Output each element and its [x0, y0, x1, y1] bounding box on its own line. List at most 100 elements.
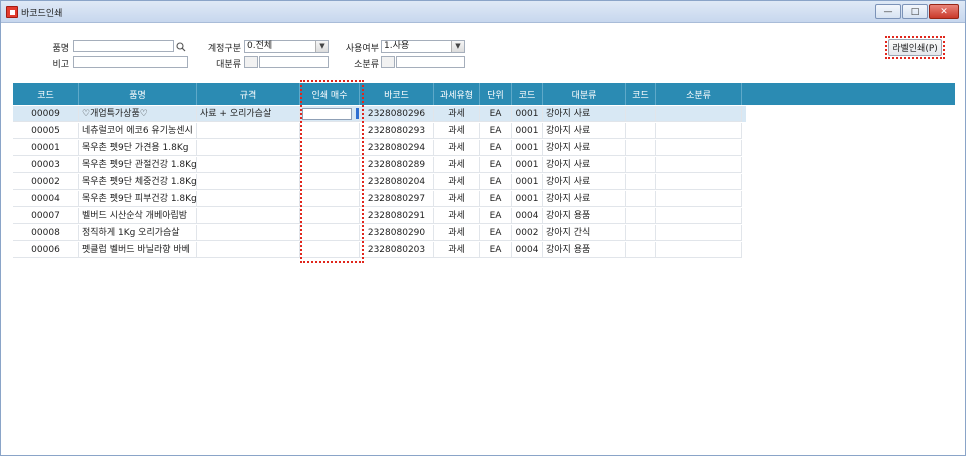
search-icon[interactable]: [174, 40, 187, 53]
table-row[interactable]: 00002 목우촌 펫9단 체중건강 1.8Kg 2328080204 과세 EA 000…: [13, 174, 746, 190]
table-cell: 과세: [434, 225, 480, 241]
table-cell: 강아지 사료: [543, 174, 626, 190]
print-qty-cell[interactable]: [300, 225, 360, 241]
item-name-input[interactable]: [73, 40, 174, 52]
print-qty-cell[interactable]: [300, 174, 360, 190]
table-cell: 강아지 사료: [543, 106, 626, 122]
table-cell: [656, 242, 742, 258]
table-cell: [197, 242, 300, 258]
table-cell: [656, 174, 742, 190]
table-row[interactable]: 00006 펫클럽 벨버드 바닐라향 바베 2328080203 과세 EA 0004 강아…: [13, 242, 746, 258]
table-cell: EA: [480, 106, 512, 122]
column-header[interactable]: 대분류: [543, 83, 626, 105]
search-panel: 품명 비고 계정구분 0.전체 ▼ 대분류 사용여부 1.사용 ▼ 소분류: [1, 23, 965, 81]
column-header[interactable]: 품명: [79, 83, 197, 105]
print-qty-cell[interactable]: [300, 123, 360, 139]
note-label: 비고: [52, 60, 69, 70]
table-cell: [197, 174, 300, 190]
window-title: 바코드인쇄: [21, 9, 63, 19]
column-header[interactable]: 코드: [13, 83, 79, 105]
table-cell: 00006: [13, 242, 79, 258]
table-cell: [626, 123, 656, 139]
table-cell: 2328080204: [360, 174, 434, 190]
table-cell: 0004: [512, 208, 543, 224]
table-cell: EA: [480, 157, 512, 173]
category-code-input[interactable]: [244, 56, 258, 68]
print-label-button[interactable]: 라벨인쇄(P): [888, 39, 942, 56]
table-row[interactable]: 00005 네츄럴코어 에코6 유기농센시 2328080293 과세 EA 0001 강아…: [13, 123, 746, 139]
table-row[interactable]: 00004 목우촌 펫9단 피부건강 1.8Kg 2328080297 과세 EA 000…: [13, 191, 746, 207]
table-cell: 펫클럽 벨버드 바닐라향 바베: [79, 242, 197, 258]
table-cell: 2328080296: [360, 106, 434, 122]
category-input[interactable]: [259, 56, 329, 68]
text-cursor: [356, 108, 359, 119]
table-cell: 2328080293: [360, 123, 434, 139]
table-cell: 네츄럴코어 에코6 유기농센시: [79, 123, 197, 139]
window-controls: — □ ✕: [875, 4, 959, 19]
table-row[interactable]: 00009 ♡개업특가상품♡ 사료 + 오리가슴살 2328080296 과세 EA 000…: [13, 106, 746, 122]
column-header[interactable]: 코드: [626, 83, 656, 105]
column-header[interactable]: 단위: [480, 83, 512, 105]
table-cell: 2328080294: [360, 140, 434, 156]
note-input[interactable]: [73, 56, 188, 68]
table-cell: 0001: [512, 106, 543, 122]
print-qty-cell[interactable]: [300, 140, 360, 156]
print-qty-cell[interactable]: [300, 242, 360, 258]
table-cell: 강아지 사료: [543, 191, 626, 207]
table-cell: [626, 191, 656, 207]
table-cell: [626, 140, 656, 156]
table-cell: 과세: [434, 242, 480, 258]
chevron-down-icon: ▼: [315, 41, 328, 52]
table-cell: 2328080289: [360, 157, 434, 173]
maximize-icon: □: [910, 6, 920, 17]
table-cell: [626, 174, 656, 190]
column-header[interactable]: 소분류: [656, 83, 742, 105]
table-cell: 강아지 용품: [543, 208, 626, 224]
print-qty-input[interactable]: [302, 108, 352, 120]
table-cell: 00005: [13, 123, 79, 139]
table-cell: 강아지 사료: [543, 140, 626, 156]
minimize-button[interactable]: —: [875, 4, 901, 19]
table-cell: [656, 225, 742, 241]
table-cell: 과세: [434, 191, 480, 207]
table-cell: 00008: [13, 225, 79, 241]
column-header[interactable]: 코드: [512, 83, 543, 105]
table-cell: [626, 242, 656, 258]
table-cell: 과세: [434, 106, 480, 122]
table-cell: 목우촌 펫9단 체중건강 1.8Kg: [79, 174, 197, 190]
table-cell: 벨버드 시산순삭 개베아립밤: [79, 208, 197, 224]
use-status-select[interactable]: 1.사용 ▼: [381, 40, 465, 53]
table-cell: 0002: [512, 225, 543, 241]
table-cell: 과세: [434, 157, 480, 173]
column-header[interactable]: 인쇄 매수: [300, 83, 360, 105]
account-type-select[interactable]: 0.전체 ▼: [244, 40, 329, 53]
table-cell: [656, 191, 742, 207]
column-header[interactable]: 바코드: [360, 83, 434, 105]
table-cell: EA: [480, 208, 512, 224]
table-row[interactable]: 00007 벨버드 시산순삭 개베아립밤 2328080291 과세 EA 0004 강아지…: [13, 208, 746, 224]
table-row[interactable]: 00008 정직하게 1Kg 오리가슴살 2328080290 과세 EA 0002 강아지…: [13, 225, 746, 241]
table-cell: [626, 225, 656, 241]
close-button[interactable]: ✕: [929, 4, 959, 19]
use-status-label: 사용여부: [345, 44, 379, 54]
table-cell: 2328080290: [360, 225, 434, 241]
barcode-print-window: 바코드인쇄 — □ ✕ 품명 비고 계정구분 0.전체 ▼ 대분류 사용여부 1…: [0, 0, 966, 456]
table-row[interactable]: 00003 목우촌 펫9단 관절건강 1.8Kg 2328080289 과세 EA 000…: [13, 157, 746, 173]
maximize-button[interactable]: □: [902, 4, 928, 19]
table-cell: 과세: [434, 140, 480, 156]
table-row[interactable]: 00001 목우촌 펫9단 가견용 1.8Kg 2328080294 과세 EA 0001…: [13, 140, 746, 156]
print-qty-cell[interactable]: [300, 157, 360, 173]
subcategory-code-input[interactable]: [381, 56, 395, 68]
use-status-value: 1.사용: [384, 41, 410, 51]
print-qty-cell[interactable]: [300, 191, 360, 207]
table-cell: 정직하게 1Kg 오리가슴살: [79, 225, 197, 241]
column-header[interactable]: 규격: [197, 83, 300, 105]
table-cell: 00009: [13, 106, 79, 122]
print-qty-cell[interactable]: [300, 208, 360, 224]
account-type-value: 0.전체: [247, 41, 273, 51]
subcategory-input[interactable]: [396, 56, 465, 68]
table-cell: EA: [480, 225, 512, 241]
column-header[interactable]: 과세유형: [434, 83, 480, 105]
table-cell: [626, 157, 656, 173]
print-qty-cell[interactable]: [300, 106, 360, 122]
